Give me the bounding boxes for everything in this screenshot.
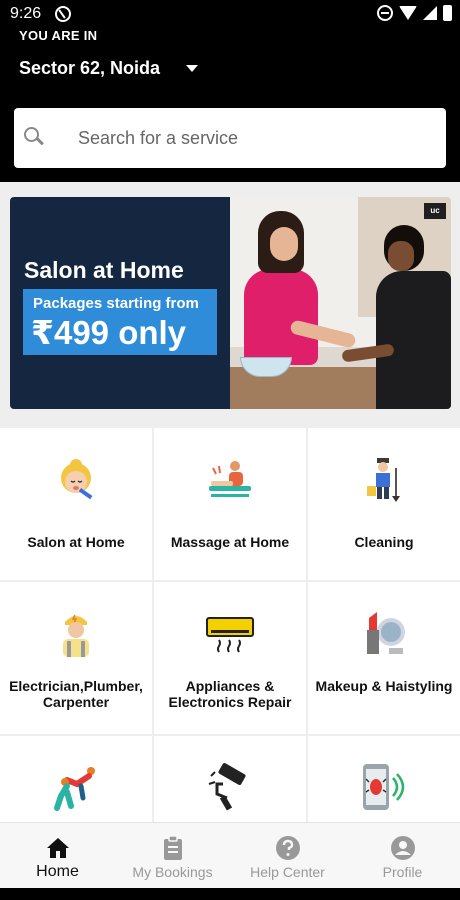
nav-profile[interactable]: Profile — [345, 823, 460, 888]
status-icons — [377, 5, 452, 21]
service-tile-makeup[interactable]: Makeup & Haistyling — [308, 582, 460, 734]
main-content: Salon at Home Packages starting from ₹49… — [0, 182, 460, 822]
service-tile-massage[interactable]: Massage at Home — [154, 428, 306, 580]
banner-price: ₹499 only — [31, 314, 187, 351]
banner-photo: uc — [230, 197, 451, 409]
air-conditioner-icon — [206, 617, 254, 653]
dnd-icon — [377, 5, 393, 21]
service-label: Electrician,Plumber, Carpenter — [9, 678, 143, 710]
service-tile-electrician[interactable]: Electrician,Plumber, Carpenter — [0, 582, 152, 734]
service-tile-salon[interactable]: Salon at Home — [0, 428, 152, 580]
makeup-icon — [367, 612, 405, 654]
paint-roller-icon — [208, 763, 246, 811]
nav-label: Help Center — [250, 864, 325, 880]
status-bar: 9:26 — [0, 0, 460, 28]
location-text: Sector 62, Noida — [19, 58, 161, 78]
promo-banner[interactable]: Salon at Home Packages starting from ₹49… — [10, 197, 451, 409]
electrician-icon — [63, 614, 89, 657]
bottom-nav: Home My Bookings Help Center Profile — [0, 822, 460, 888]
service-label: Massage at Home — [170, 534, 290, 550]
banner-offer-box: Packages starting from ₹499 only — [23, 289, 217, 355]
banner-title: Salon at Home — [24, 257, 184, 283]
uc-badge: uc — [424, 203, 446, 219]
header: YOU ARE IN Sector 62, Noida — [0, 28, 460, 182]
service-label: Salon at Home — [27, 534, 125, 550]
search-icon — [24, 127, 46, 149]
service-tile-pest-control[interactable] — [308, 736, 460, 822]
massage-icon — [209, 461, 251, 497]
banner-text-panel: Salon at Home Packages starting from ₹49… — [10, 197, 230, 409]
nav-label: Home — [36, 863, 79, 880]
service-tile-fitness[interactable] — [0, 736, 152, 822]
you-are-in-label: YOU ARE IN — [19, 28, 98, 43]
service-tile-cleaning[interactable]: Cleaning — [308, 428, 460, 580]
search-input[interactable] — [78, 127, 408, 149]
salon-icon — [61, 459, 93, 500]
nav-home[interactable]: Home — [0, 823, 115, 888]
service-label: Appliances & Electronics Repair — [168, 678, 292, 710]
nav-label: My Bookings — [132, 864, 213, 880]
banner-subtitle: Packages starting from — [33, 295, 199, 312]
nav-help-center[interactable]: Help Center — [230, 823, 345, 888]
caret-down-icon — [186, 65, 199, 72]
clipboard-icon — [163, 835, 182, 860]
at-sign-icon — [55, 6, 71, 22]
nav-label: Profile — [382, 864, 423, 880]
services-grid: Salon at Home Massage at Home Cleaning E… — [0, 428, 460, 822]
cleaning-icon — [367, 458, 400, 502]
status-time: 9:26 — [10, 5, 42, 22]
signal-icon — [423, 6, 437, 20]
home-icon — [46, 838, 69, 858]
wifi-icon — [399, 6, 417, 20]
fitness-icon — [54, 767, 95, 811]
service-tile-appliances[interactable]: Appliances & Electronics Repair — [154, 582, 306, 734]
service-label: Cleaning — [354, 534, 414, 550]
location-selector[interactable]: Sector 62, Noida — [19, 58, 199, 79]
nav-my-bookings[interactable]: My Bookings — [115, 823, 230, 888]
pest-control-icon — [363, 764, 405, 810]
system-nav-bar — [0, 888, 460, 900]
service-tile-painting[interactable] — [154, 736, 306, 822]
profile-icon — [390, 836, 415, 860]
service-label: Makeup & Haistyling — [315, 678, 453, 694]
battery-icon — [443, 5, 452, 21]
search-bar[interactable] — [14, 108, 446, 168]
help-icon — [275, 836, 300, 860]
